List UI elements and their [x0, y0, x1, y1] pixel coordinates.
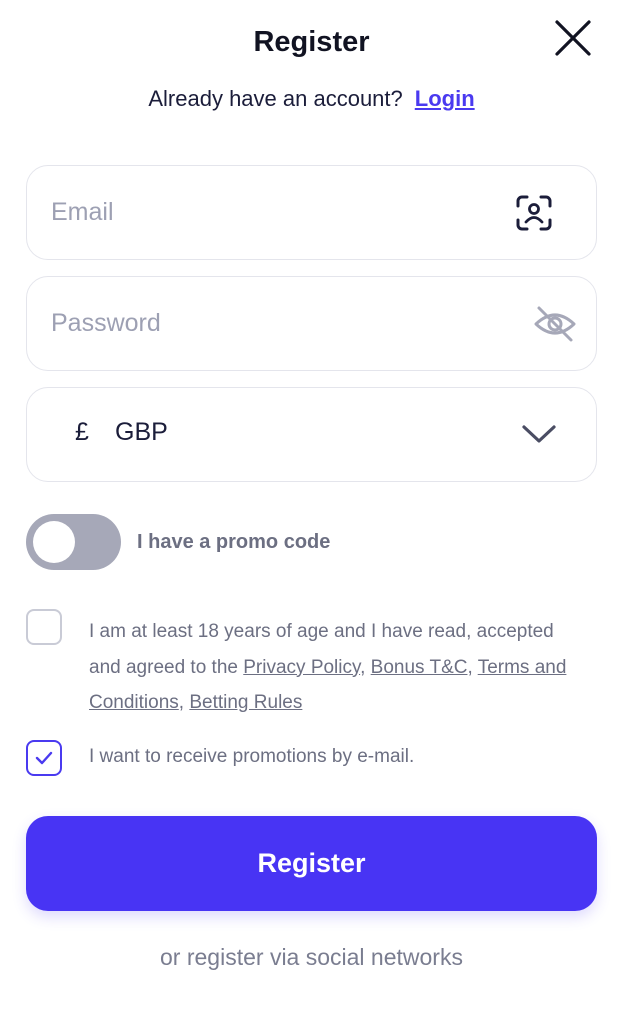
promo-code-toggle[interactable]: [26, 514, 121, 570]
email-input[interactable]: [51, 166, 511, 258]
social-register-text[interactable]: or register via social networks: [0, 944, 623, 971]
terms-separator: ,: [178, 692, 190, 713]
login-prompt: Already have an account? Login: [0, 86, 623, 112]
email-field[interactable]: [26, 165, 597, 260]
bonus-tc-link[interactable]: Bonus T&C: [371, 657, 468, 678]
modal-title: Register: [253, 26, 370, 58]
register-modal: Register Already have an account? Login: [0, 0, 623, 1024]
eye-off-icon[interactable]: [533, 304, 577, 344]
chevron-down-icon: [522, 425, 556, 443]
currency-select[interactable]: £ GBP: [26, 387, 597, 482]
toggle-knob: [33, 521, 75, 563]
currency-code: GBP: [115, 418, 168, 446]
register-button[interactable]: Register: [26, 816, 597, 911]
face-id-icon[interactable]: [515, 194, 553, 232]
close-button[interactable]: [553, 18, 593, 58]
promotions-checkbox[interactable]: [26, 740, 62, 776]
login-prompt-text: Already have an account?: [148, 86, 403, 111]
close-icon: [555, 20, 591, 56]
login-link[interactable]: Login: [415, 86, 475, 111]
currency-symbol: £: [75, 418, 89, 446]
checkmark-icon: [35, 751, 53, 765]
privacy-policy-link[interactable]: Privacy Policy: [243, 657, 360, 678]
promotions-label: I want to receive promotions by e-mail.: [89, 746, 415, 767]
terms-separator: ,: [360, 656, 371, 678]
terms-text: I am at least 18 years of age and I have…: [89, 614, 579, 721]
password-field[interactable]: [26, 276, 597, 371]
promo-code-label: I have a promo code: [137, 531, 331, 553]
password-input[interactable]: [51, 277, 511, 369]
terms-separator: ,: [467, 656, 478, 678]
betting-rules-link[interactable]: Betting Rules: [189, 692, 302, 713]
terms-checkbox[interactable]: [26, 609, 62, 645]
